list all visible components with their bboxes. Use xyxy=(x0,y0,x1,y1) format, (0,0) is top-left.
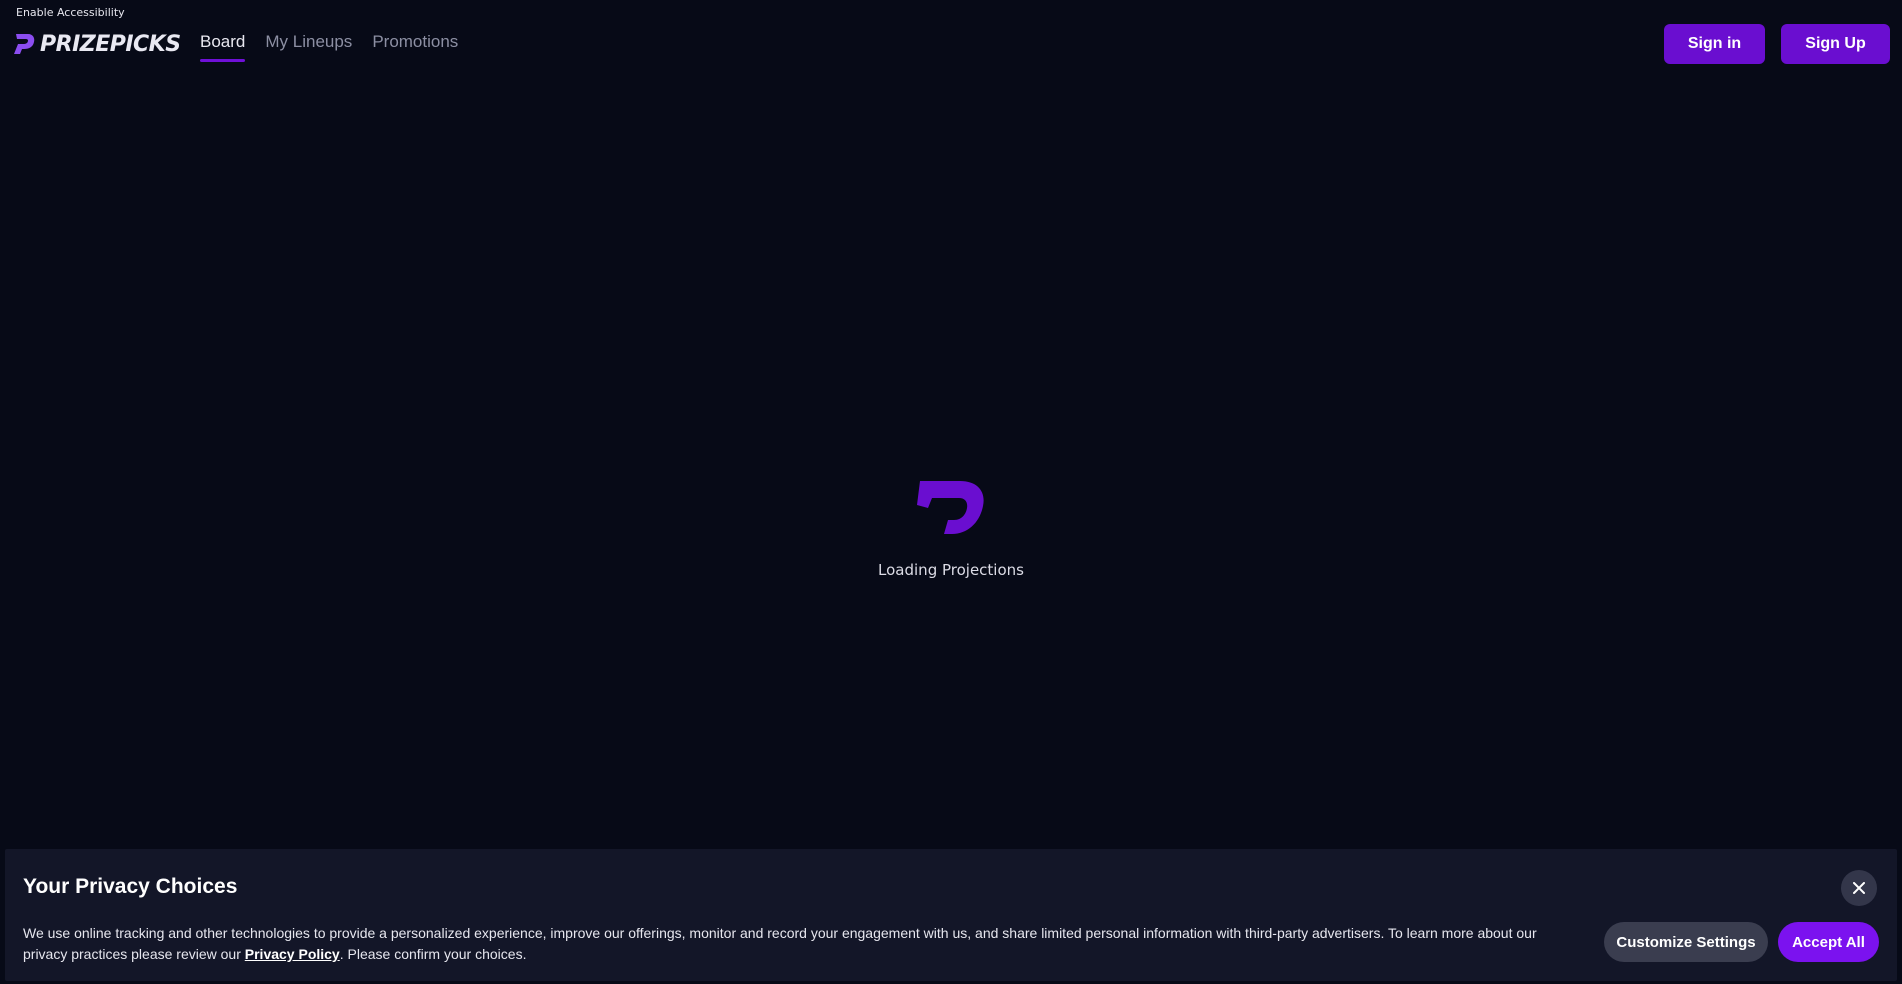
main-nav: Board My Lineups Promotions xyxy=(200,32,458,62)
prizepicks-p-logo-icon xyxy=(914,478,988,538)
page: Enable Accessibility PRIZEPICKS Board My… xyxy=(0,0,1902,984)
customize-settings-button[interactable]: Customize Settings xyxy=(1604,922,1768,962)
tab-board[interactable]: Board xyxy=(200,32,246,62)
brand-logo[interactable]: PRIZEPICKS xyxy=(12,31,181,57)
top-navigation-bar: PRIZEPICKS Board My Lineups Promotions S… xyxy=(0,22,1902,74)
privacy-banner: Your Privacy Choices We use online track… xyxy=(5,849,1897,981)
close-privacy-button[interactable] xyxy=(1841,870,1877,906)
brand-name: PRIZEPICKS xyxy=(40,31,181,57)
tab-my-lineups[interactable]: My Lineups xyxy=(265,32,352,62)
privacy-policy-link[interactable]: Privacy Policy xyxy=(245,946,340,962)
sign-in-button[interactable]: Sign in xyxy=(1664,24,1765,64)
loading-text: Loading Projections xyxy=(878,561,1024,579)
accept-all-button[interactable]: Accept All xyxy=(1778,922,1879,962)
privacy-body-text-end: . Please confirm your choices. xyxy=(339,946,527,962)
tab-promotions[interactable]: Promotions xyxy=(372,32,458,62)
privacy-body: We use online tracking and other technol… xyxy=(23,923,1583,965)
loading-indicator: Loading Projections xyxy=(0,478,1902,579)
prizepicks-p-logo-icon xyxy=(12,32,36,56)
enable-accessibility-link[interactable]: Enable Accessibility xyxy=(16,6,125,19)
privacy-title: Your Privacy Choices xyxy=(23,875,238,898)
sign-up-button[interactable]: Sign Up xyxy=(1781,24,1890,64)
close-icon xyxy=(1853,878,1865,899)
